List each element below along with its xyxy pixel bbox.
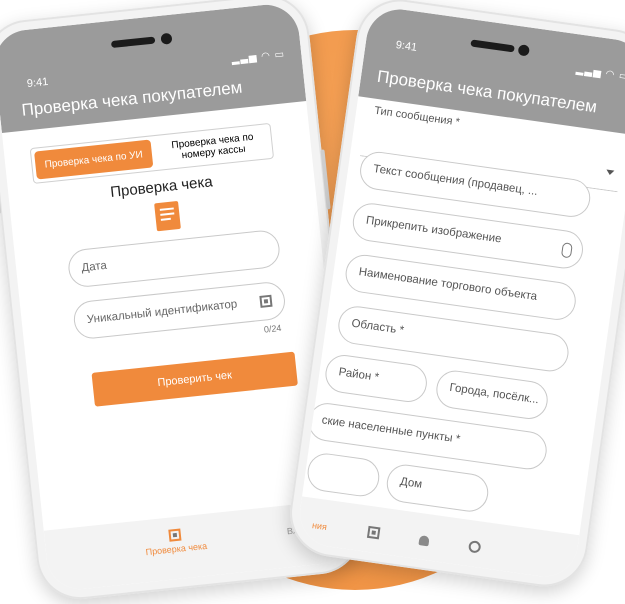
speaker (470, 39, 515, 53)
villages-label: ские населенные пункты * (320, 414, 461, 446)
status-time: 9:41 (394, 39, 418, 54)
cities-field[interactable]: Города, посёлк... (433, 368, 551, 422)
signal-wifi-battery-icon: ▂▃▅ ◠ ▭ (230, 48, 286, 66)
uid-field-label: Уникальный идентификатор (86, 298, 238, 327)
camera (160, 32, 173, 45)
district-label: Район * (337, 366, 380, 384)
volume-button (0, 173, 2, 214)
store-name-label: Наименование торгового объекта (357, 266, 538, 304)
status-time: 9:41 (26, 75, 49, 91)
check-receipt-button[interactable]: Проверить чек (91, 351, 298, 407)
receipt-icon (154, 200, 181, 232)
qr-icon (366, 525, 381, 540)
nav-label-messages: ния (311, 520, 328, 533)
tab-check-by-register[interactable]: Проверка чека по номеру кассы (153, 124, 273, 170)
chevron-down-icon (605, 169, 615, 176)
qr-scan-icon[interactable] (259, 294, 273, 308)
app-bar: 9:41 ▂▃▅ ◠ ▭ Проверка чека покупателем (0, 1, 307, 133)
nav-item-messages[interactable]: ния (311, 520, 327, 532)
qr-icon (168, 528, 182, 542)
bell-icon (418, 535, 430, 547)
attach-image-label: Прикрепить изображение (365, 214, 503, 246)
signal-wifi-battery-icon: ▂▃▅ ◠ ▭ (575, 64, 625, 83)
nav-item-check[interactable]: Проверка чека (134, 525, 216, 558)
district-field[interactable]: Район * (323, 352, 430, 405)
region-label: Область * (350, 317, 405, 337)
house-field[interactable]: Дом (384, 462, 491, 515)
date-field[interactable]: Дата (66, 228, 282, 289)
paperclip-icon[interactable] (560, 242, 573, 259)
cities-label: Города, посёлк... (448, 381, 540, 407)
uid-field[interactable]: Уникальный идентификатор (72, 280, 287, 341)
nav-label-check: Проверка чека (145, 540, 208, 558)
account-icon (467, 540, 482, 554)
speaker (110, 36, 156, 49)
date-field-label: Дата (80, 259, 108, 275)
house-label: Дом (399, 475, 423, 491)
char-counter: 0/24 (263, 322, 282, 335)
tab-check-by-uid[interactable]: Проверка чека по УИ (34, 139, 154, 180)
nav-item-account[interactable] (467, 540, 482, 554)
nav-item-notifications[interactable] (418, 535, 430, 547)
street-field[interactable] (305, 451, 382, 499)
app-title: Проверка чека покупателем (20, 77, 244, 120)
camera (517, 44, 530, 57)
nav-item-check[interactable] (366, 525, 381, 540)
